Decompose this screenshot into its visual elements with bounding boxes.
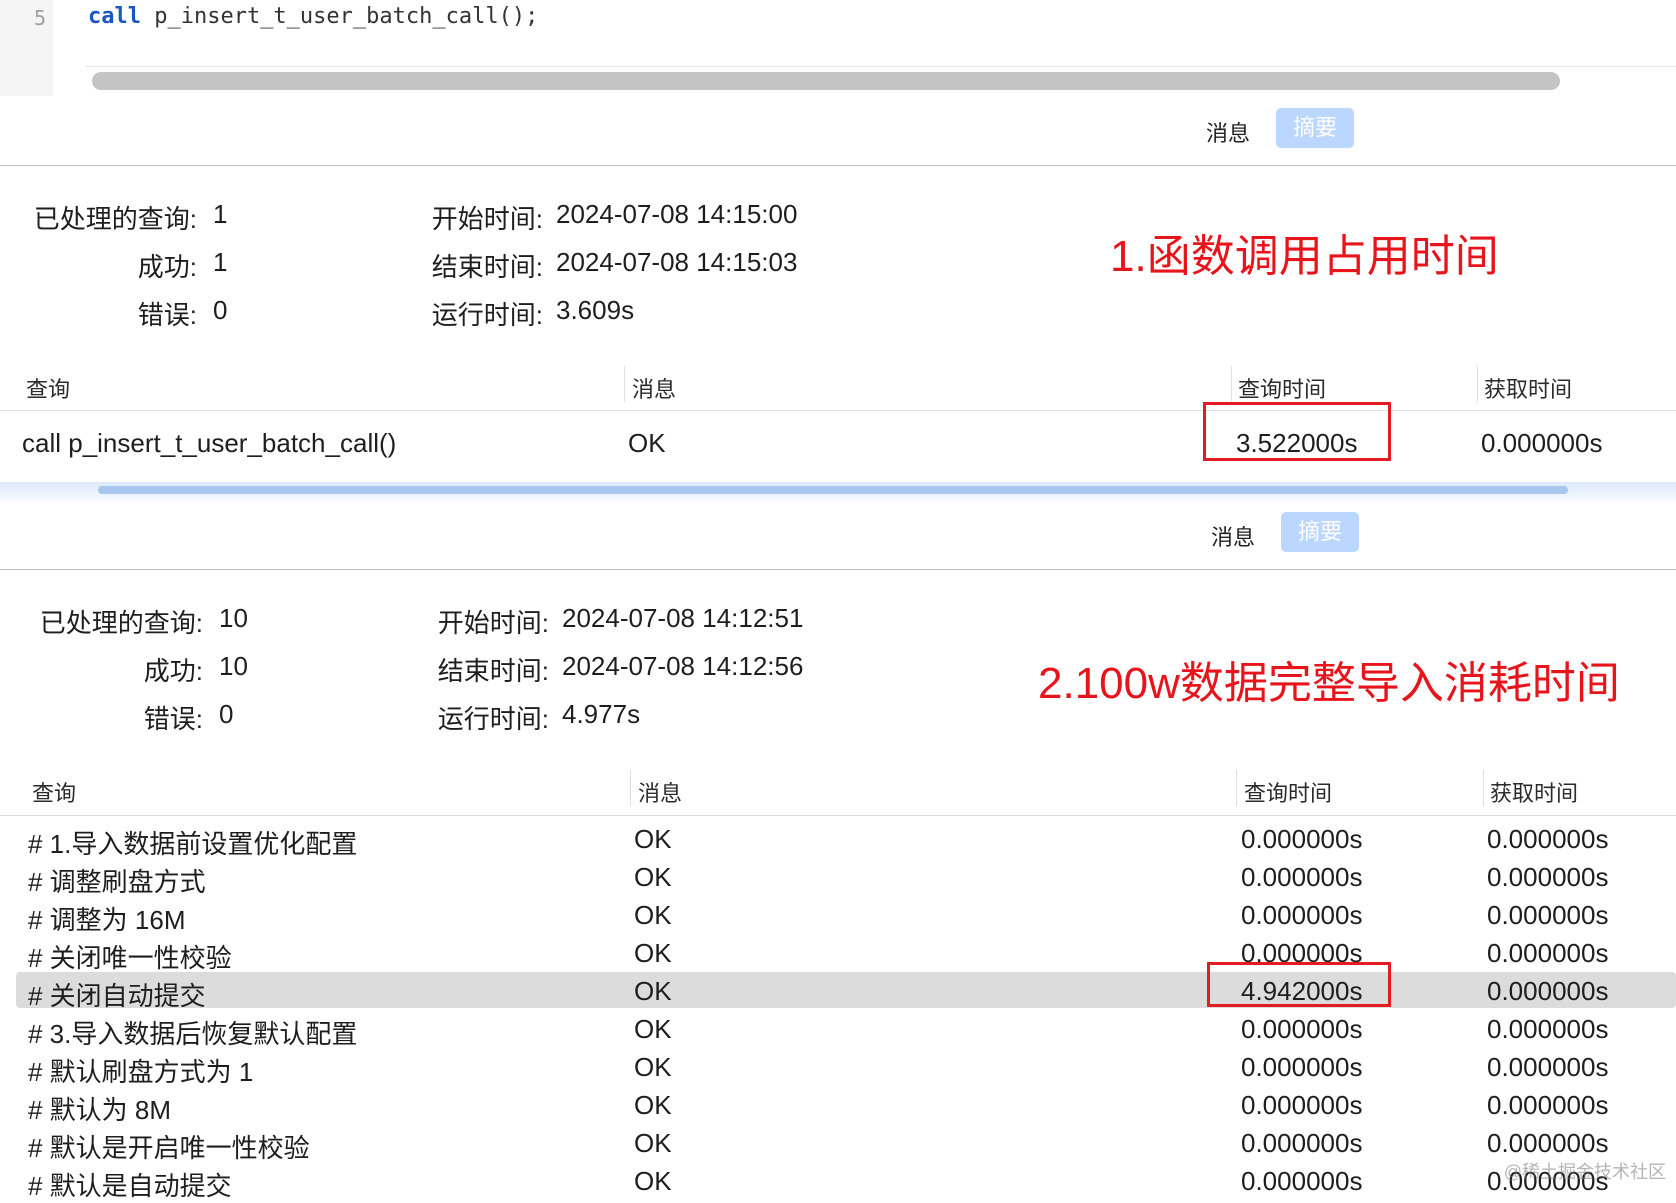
tab-summary[interactable]: 摘要 bbox=[1276, 108, 1354, 148]
cell-query: call p_insert_t_user_batch_call() bbox=[22, 428, 397, 458]
cell-query: # 默认刷盘方式为 1 bbox=[28, 1057, 254, 1087]
processed-label: 已处理的查询: bbox=[39, 608, 203, 638]
run-time-label: 运行时间: bbox=[431, 300, 543, 330]
code-keyword: call bbox=[88, 4, 141, 29]
cell-message: OK bbox=[634, 900, 672, 930]
cell-message: OK bbox=[634, 1166, 672, 1196]
cell-query: # 默认是自动提交 bbox=[28, 1171, 232, 1201]
cell-fetch-time: 0.000000s bbox=[1487, 938, 1609, 968]
column-separator[interactable] bbox=[630, 770, 631, 806]
cell-query: # 默认为 8M bbox=[28, 1095, 172, 1125]
watermark: @稀土掘金技术社区 bbox=[1503, 1162, 1666, 1182]
annotation-2: 2.100w数据完整导入消耗时间 bbox=[1038, 659, 1620, 708]
end-time-value: 2024-07-08 14:15:03 bbox=[556, 247, 798, 277]
highlight-box bbox=[1207, 962, 1391, 1007]
column-header-query[interactable]: 查询 bbox=[32, 776, 76, 808]
cell-fetch-time: 0.000000s bbox=[1487, 1128, 1609, 1158]
cell-query: # 调整为 16M bbox=[28, 905, 186, 935]
highlight-box bbox=[1203, 402, 1391, 461]
cell-query-time: 0.000000s bbox=[1241, 1014, 1363, 1044]
cell-message: OK bbox=[634, 862, 672, 892]
cell-query-time: 0.000000s bbox=[1241, 1128, 1363, 1158]
cell-message: OK bbox=[628, 428, 666, 458]
sql-editor[interactable]: 5 call p_insert_t_user_batch_call(); bbox=[0, 0, 1676, 96]
errors-value: 0 bbox=[219, 699, 234, 729]
column-header-query[interactable]: 查询 bbox=[26, 372, 70, 404]
column-separator[interactable] bbox=[1477, 366, 1478, 402]
end-time-label: 结束时间: bbox=[437, 656, 549, 686]
start-time-label: 开始时间: bbox=[431, 204, 543, 234]
end-time-label: 结束时间: bbox=[431, 252, 543, 282]
start-time-value: 2024-07-08 14:12:51 bbox=[562, 603, 804, 633]
horizontal-scrollbar-thumb[interactable] bbox=[92, 72, 1560, 90]
cell-query-time: 0.000000s bbox=[1241, 1052, 1363, 1082]
code-line[interactable]: call p_insert_t_user_batch_call(); bbox=[88, 4, 538, 29]
start-time-label: 开始时间: bbox=[437, 608, 549, 638]
run-time-value: 4.977s bbox=[562, 699, 641, 729]
cell-fetch-time: 0.000000s bbox=[1487, 1052, 1609, 1082]
cell-query: # 3.导入数据后恢复默认配置 bbox=[28, 1019, 358, 1049]
column-header-query-time[interactable]: 查询时间 bbox=[1238, 372, 1326, 404]
errors-value: 0 bbox=[213, 295, 228, 325]
processed-value: 10 bbox=[219, 603, 248, 633]
cell-message: OK bbox=[634, 824, 672, 854]
cell-query-time: 0.000000s bbox=[1241, 862, 1363, 892]
success-value: 1 bbox=[213, 247, 228, 277]
cell-message: OK bbox=[634, 976, 672, 1006]
cell-query-time: 0.000000s bbox=[1241, 1166, 1363, 1196]
panel-separator-scrollbar[interactable] bbox=[98, 486, 1568, 494]
column-separator[interactable] bbox=[1231, 366, 1232, 402]
cell-query-time: 0.000000s bbox=[1241, 900, 1363, 930]
line-number: 5 bbox=[34, 6, 47, 30]
tab-summary[interactable]: 摘要 bbox=[1281, 512, 1359, 552]
success-label: 成功: bbox=[137, 252, 197, 282]
cell-query-time: 0.000000s bbox=[1241, 824, 1363, 854]
cell-query-time: 0.000000s bbox=[1241, 1090, 1363, 1120]
column-header-message[interactable]: 消息 bbox=[638, 776, 682, 808]
header-divider bbox=[0, 410, 1676, 411]
column-header-query-time[interactable]: 查询时间 bbox=[1244, 776, 1332, 808]
tab-bar-divider bbox=[0, 569, 1676, 570]
cell-query: # 关闭自动提交 bbox=[28, 981, 206, 1011]
column-separator[interactable] bbox=[1483, 770, 1484, 806]
header-divider bbox=[0, 815, 1676, 816]
cell-query: # 关闭唯一性校验 bbox=[28, 943, 232, 973]
column-header-fetch-time[interactable]: 获取时间 bbox=[1490, 776, 1578, 808]
cell-message: OK bbox=[634, 938, 672, 968]
cell-message: OK bbox=[634, 1014, 672, 1044]
column-separator[interactable] bbox=[624, 366, 625, 402]
tab-message[interactable]: 消息 bbox=[1211, 520, 1255, 552]
column-separator[interactable] bbox=[1236, 770, 1237, 806]
processed-value: 1 bbox=[213, 199, 228, 229]
cell-query: # 1.导入数据前设置优化配置 bbox=[28, 829, 358, 859]
cell-message: OK bbox=[634, 1128, 672, 1158]
cell-fetch-time: 0.000000s bbox=[1487, 976, 1609, 1006]
success-label: 成功: bbox=[143, 656, 203, 686]
column-header-fetch-time[interactable]: 获取时间 bbox=[1484, 372, 1572, 404]
tab-message[interactable]: 消息 bbox=[1206, 116, 1250, 148]
column-header-message[interactable]: 消息 bbox=[632, 372, 676, 404]
cell-fetch-time: 0.000000s bbox=[1481, 428, 1603, 458]
cell-fetch-time: 0.000000s bbox=[1487, 1090, 1609, 1120]
annotation-1: 1.函数调用占用时间 bbox=[1110, 232, 1499, 281]
tab-bar-divider bbox=[0, 165, 1676, 166]
errors-label: 错误: bbox=[143, 704, 203, 734]
cell-fetch-time: 0.000000s bbox=[1487, 862, 1609, 892]
end-time-value: 2024-07-08 14:12:56 bbox=[562, 651, 804, 681]
start-time-value: 2024-07-08 14:15:00 bbox=[556, 199, 798, 229]
cell-fetch-time: 0.000000s bbox=[1487, 824, 1609, 854]
cell-query: # 调整刷盘方式 bbox=[28, 867, 206, 897]
selected-row-highlight bbox=[16, 972, 1676, 1008]
cell-message: OK bbox=[634, 1052, 672, 1082]
cell-message: OK bbox=[634, 1090, 672, 1120]
code-text: p_insert_t_user_batch_call(); bbox=[140, 4, 539, 29]
processed-label: 已处理的查询: bbox=[33, 204, 197, 234]
run-time-label: 运行时间: bbox=[437, 704, 549, 734]
cell-fetch-time: 0.000000s bbox=[1487, 1014, 1609, 1044]
success-value: 10 bbox=[219, 651, 248, 681]
errors-label: 错误: bbox=[137, 300, 197, 330]
cell-fetch-time: 0.000000s bbox=[1487, 900, 1609, 930]
cell-query: # 默认是开启唯一性校验 bbox=[28, 1133, 310, 1163]
run-time-value: 3.609s bbox=[556, 295, 635, 325]
